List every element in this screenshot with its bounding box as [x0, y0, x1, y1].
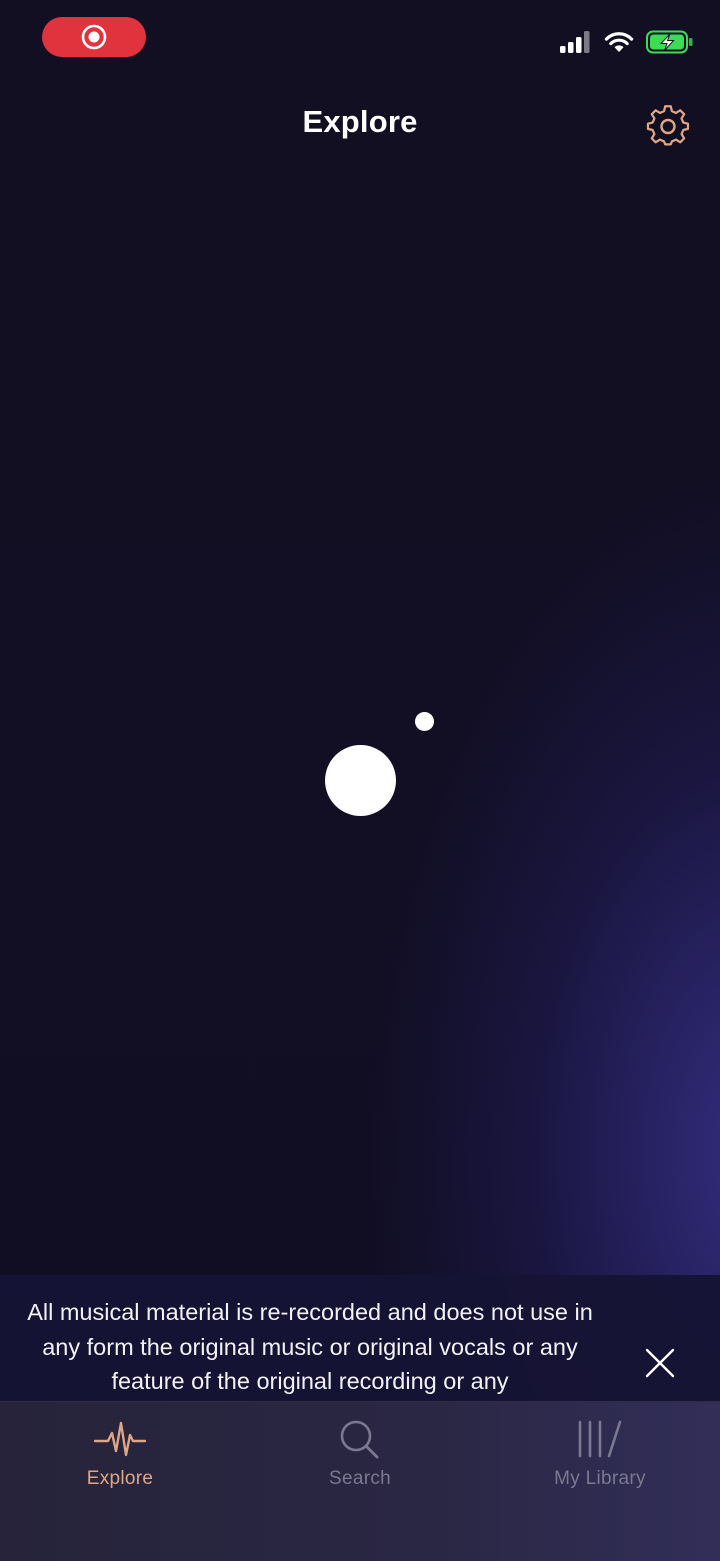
tab-label: Search: [328, 1468, 391, 1489]
screen-recording-indicator[interactable]: [42, 17, 146, 57]
center-orb[interactable]: [325, 745, 396, 816]
page-title: Explore: [302, 104, 418, 139]
tab-label: My Library: [554, 1468, 646, 1489]
disclaimer-text: All musical material is re-recorded and …: [27, 1299, 593, 1394]
search-icon: [340, 1420, 379, 1459]
record-icon: [81, 24, 107, 50]
wifi-icon: [604, 32, 634, 52]
tab-my-library[interactable]: My Library: [480, 1402, 720, 1512]
tab-explore[interactable]: Explore: [0, 1402, 240, 1512]
banner-close-button[interactable]: [640, 1343, 680, 1383]
tab-label: Explore: [86, 1468, 154, 1489]
tab-bar: Explore Search My Library: [0, 1401, 720, 1561]
close-icon: [645, 1348, 675, 1378]
gear-icon: [646, 105, 690, 146]
waveform-icon: [94, 1421, 146, 1457]
disclaimer-banner: All musical material is re-recorded and …: [0, 1275, 720, 1401]
tab-search[interactable]: Search: [240, 1402, 480, 1512]
settings-button[interactable]: [644, 103, 692, 151]
orbit-dot: [415, 712, 434, 731]
cellular-signal-icon: [560, 31, 590, 53]
battery-charging-icon: [646, 30, 693, 54]
status-icons: [560, 30, 694, 54]
library-icon: [578, 1420, 622, 1458]
